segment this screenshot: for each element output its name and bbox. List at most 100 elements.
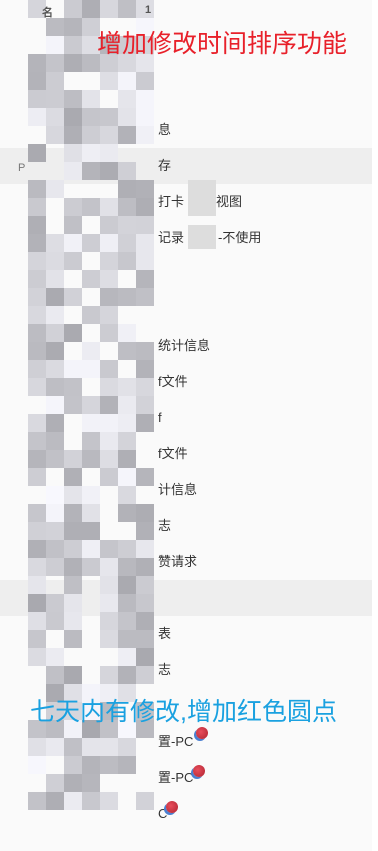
mosaic-cell: [64, 522, 82, 540]
menu-item[interactable]: 志: [158, 661, 171, 679]
mosaic-cell: [46, 486, 64, 504]
menu-item[interactable]: -不使用: [218, 229, 261, 247]
menu-item[interactable]: 志: [158, 517, 171, 535]
mosaic-cell: [118, 666, 136, 684]
mosaic-cell: [136, 558, 154, 576]
menu-item[interactable]: 存: [158, 157, 171, 175]
mosaic-cell: [136, 630, 154, 648]
menu-item-label: 赞请求: [158, 554, 198, 569]
menu-item[interactable]: 置-PC: [158, 769, 193, 787]
mosaic-cell: [100, 108, 118, 126]
mosaic-cell: [100, 756, 118, 774]
menu-item[interactable]: f文件: [158, 373, 188, 391]
mosaic-cell: [46, 450, 64, 468]
mosaic-cell: [136, 396, 154, 414]
menu-item[interactable]: 计信息: [158, 481, 197, 499]
mosaic-cell: [100, 162, 118, 180]
mosaic-cell: [64, 558, 82, 576]
recent-change-dot-icon: [166, 801, 178, 813]
mosaic-cell: [46, 378, 64, 396]
mosaic-cell: [136, 270, 154, 288]
menu-item-label: 打卡: [158, 194, 185, 209]
mosaic-cell: [82, 90, 100, 108]
mosaic-cell: [28, 108, 46, 126]
menu-item[interactable]: f文件: [158, 445, 188, 463]
mosaic-cell: [118, 342, 136, 360]
mosaic-cell: [118, 738, 136, 756]
mosaic-cell: [46, 324, 64, 342]
mosaic-cell: [46, 792, 64, 810]
mosaic-cell: [118, 630, 136, 648]
mosaic-cell: [28, 432, 46, 450]
mosaic-cell: [136, 378, 154, 396]
mosaic-cell: [100, 396, 118, 414]
menu-item[interactable]: 视图: [216, 193, 242, 211]
mosaic-cell: [28, 90, 46, 108]
mosaic-cell: [64, 540, 82, 558]
mosaic-cell: [64, 486, 82, 504]
mosaic-cell: [82, 558, 100, 576]
mosaic-cell: [118, 594, 136, 612]
mosaic-cell: [118, 558, 136, 576]
menu-item[interactable]: 记录: [158, 229, 184, 247]
mosaic-cell: [64, 396, 82, 414]
mosaic-cell: [64, 252, 82, 270]
mosaic-cell: [64, 90, 82, 108]
mosaic-cell: [28, 738, 46, 756]
mosaic-cell: [136, 126, 154, 144]
mosaic-cell: [100, 126, 118, 144]
menu-item[interactable]: 息: [158, 121, 171, 139]
mosaic-cell: [100, 738, 118, 756]
mosaic-cell: [64, 234, 82, 252]
mosaic-cell: [46, 612, 64, 630]
mosaic-cell: [118, 378, 136, 396]
menu-item[interactable]: 统计信息: [158, 337, 210, 355]
mosaic-cell: [82, 522, 100, 540]
mosaic-cell: [118, 756, 136, 774]
mosaic-cell: [100, 198, 118, 216]
mosaic-cell: [28, 144, 46, 162]
mosaic-cell: [136, 234, 154, 252]
mosaic-cell: [28, 324, 46, 342]
mosaic-cell: [28, 504, 46, 522]
menu-item[interactable]: 打卡: [158, 193, 184, 211]
mosaic-cell: [46, 270, 64, 288]
mosaic-cell: [64, 288, 82, 306]
mosaic-cell: [28, 414, 46, 432]
mosaic-cell: [46, 252, 64, 270]
mosaic-cell: [28, 558, 46, 576]
mosaic-cell: [64, 108, 82, 126]
mosaic-cell: [28, 648, 46, 666]
mosaic-cell: [136, 504, 154, 522]
mosaic-cell: [64, 576, 82, 594]
mosaic-cell: [118, 468, 136, 486]
mosaic-cell: [82, 162, 100, 180]
mosaic-cell: [82, 450, 100, 468]
mosaic-cell: [82, 342, 100, 360]
menu-item-label: f文件: [158, 446, 188, 461]
mosaic-cell: [118, 396, 136, 414]
mosaic-cell: [28, 360, 46, 378]
menu-item[interactable]: 赞请求: [158, 553, 197, 571]
menu-item[interactable]: 表: [158, 625, 171, 643]
mosaic-cell: [28, 630, 46, 648]
mosaic-cell: [28, 252, 46, 270]
mosaic-cell: [100, 432, 118, 450]
mosaic-cell: [118, 504, 136, 522]
mosaic-cell: [82, 0, 100, 18]
mosaic-cell: [28, 612, 46, 630]
menu-item-label: 记录: [158, 230, 185, 245]
mosaic-cell: [118, 252, 136, 270]
row-prefix-label: P: [18, 162, 26, 174]
recent-change-dot-icon: [196, 727, 208, 739]
mosaic-cell: [46, 90, 64, 108]
menu-item[interactable]: f: [158, 409, 162, 427]
menu-item-label: 统计信息: [158, 338, 211, 353]
mosaic-cell: [136, 414, 154, 432]
mosaic-cell: [118, 90, 136, 108]
mosaic-cell: [64, 126, 82, 144]
mosaic-cell: [118, 648, 136, 666]
menu-item[interactable]: 置-PC: [158, 733, 193, 751]
mosaic-cell: [46, 396, 64, 414]
mosaic-cell: [100, 594, 118, 612]
